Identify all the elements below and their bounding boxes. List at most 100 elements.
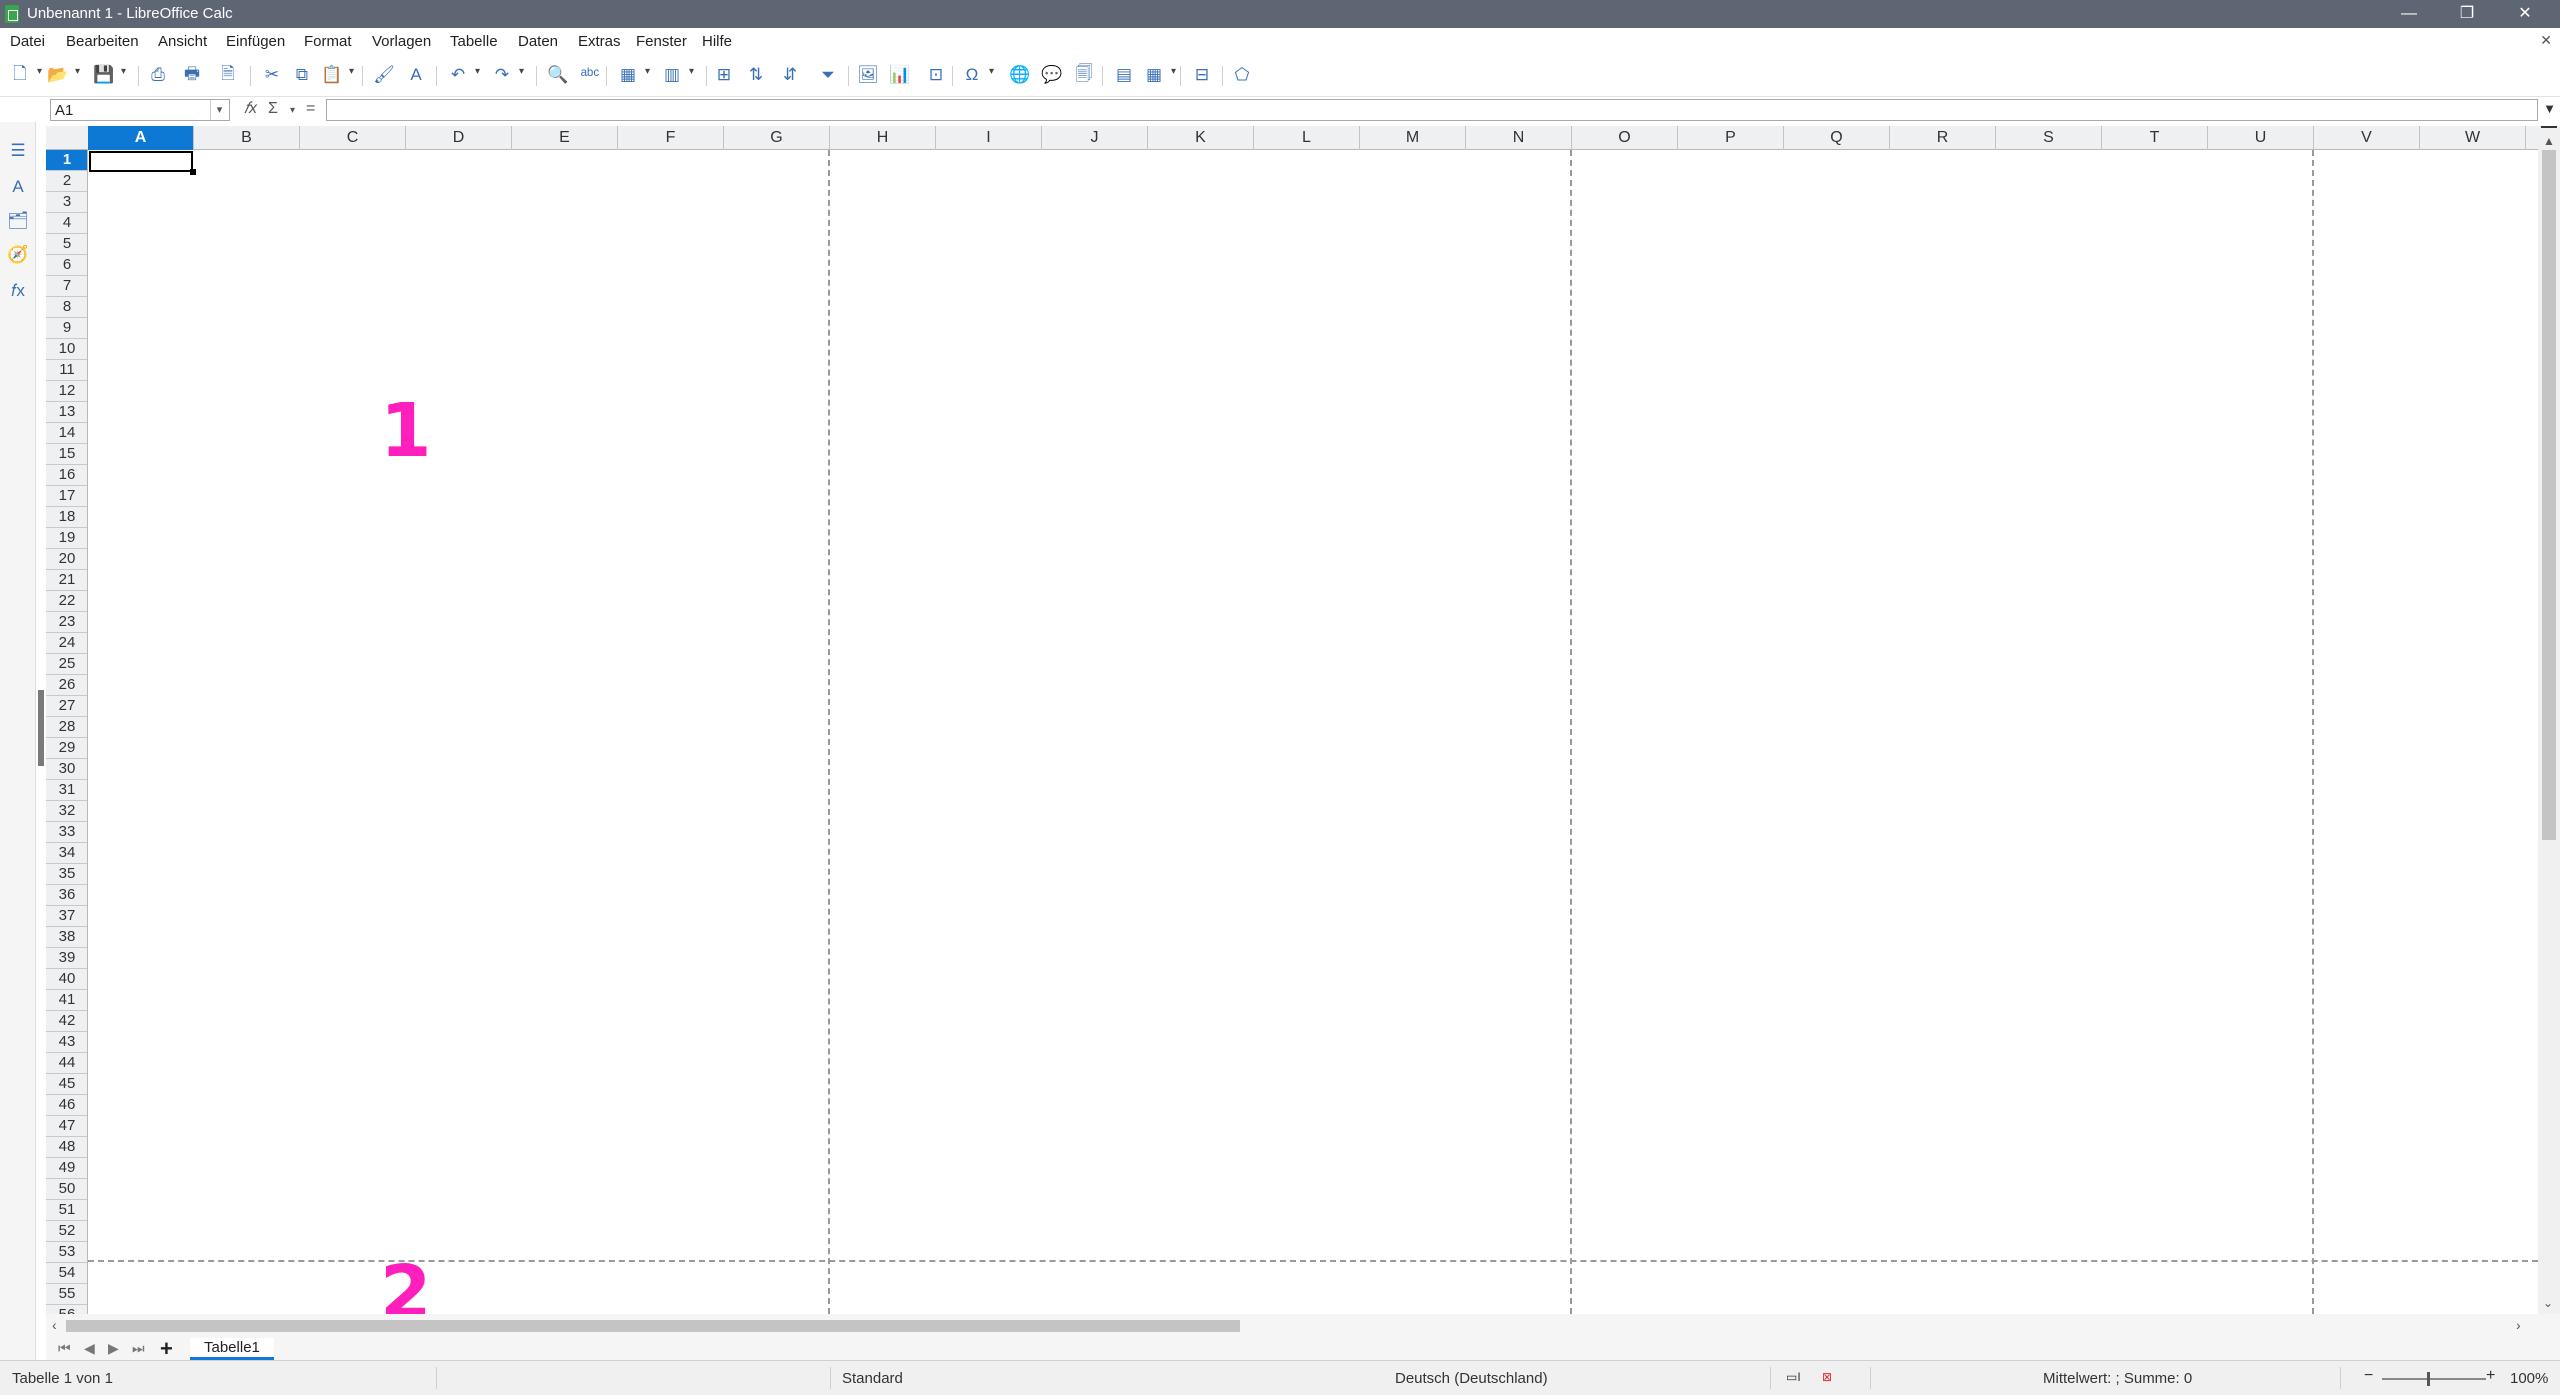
spellcheck-icon[interactable]: ᵃᵇᶜ — [578, 64, 602, 86]
sum-icon[interactable]: Σ — [268, 100, 278, 118]
save-icon[interactable]: 💾 — [92, 64, 126, 86]
column-header-a[interactable]: A — [88, 126, 194, 150]
row-header[interactable]: 17 — [46, 486, 87, 507]
document-modified-icon[interactable]: ⊠ — [1822, 1370, 1832, 1384]
functions-icon[interactable]: 𝑓x — [7, 280, 29, 302]
row-header[interactable]: 46 — [46, 1095, 87, 1116]
find-replace-icon[interactable]: 🔍 — [546, 64, 570, 86]
row-header[interactable]: 55 — [46, 1284, 87, 1305]
column-header-q[interactable]: Q — [1784, 126, 1890, 150]
vertical-scrollbar[interactable]: ▲ ⌄ — [2538, 126, 2560, 1314]
row-header[interactable]: 20 — [46, 549, 87, 570]
first-sheet-icon[interactable]: ⏮ — [58, 1340, 71, 1357]
insert-image-icon[interactable]: 🖼 — [856, 64, 880, 86]
show-draw-functions-icon[interactable]: ⬠ — [1230, 64, 1254, 86]
menu-extras[interactable]: Extras — [578, 33, 621, 50]
row-header[interactable]: 34 — [46, 843, 87, 864]
row-header[interactable]: 35 — [46, 864, 87, 885]
row-header[interactable]: 4 — [46, 213, 87, 234]
sort-descending-icon[interactable]: ⇵ — [778, 64, 802, 86]
insert-chart-icon[interactable]: 📊 — [888, 64, 912, 86]
row-header[interactable]: 29 — [46, 738, 87, 759]
row-header[interactable]: 38 — [46, 927, 87, 948]
row-header[interactable]: 39 — [46, 948, 87, 969]
row-header[interactable]: 50 — [46, 1179, 87, 1200]
column-header-t[interactable]: T — [2102, 126, 2208, 150]
scroll-left-icon[interactable]: ‹ — [52, 1317, 57, 1333]
row-header[interactable]: 18 — [46, 507, 87, 528]
comment-icon[interactable]: 💬 — [1040, 64, 1064, 86]
headers-footers-icon[interactable]: 🗐 — [1072, 64, 1096, 86]
row-header[interactable]: 25 — [46, 654, 87, 675]
column-header-u[interactable]: U — [2208, 126, 2314, 150]
gallery-icon[interactable]: 🗂 — [7, 210, 29, 232]
name-box-dropdown-icon[interactable]: ▾ — [210, 100, 228, 120]
zoom-slider[interactable] — [2382, 1378, 2486, 1380]
row-header[interactable]: 40 — [46, 969, 87, 990]
horizontal-scroll-thumb[interactable] — [66, 1320, 1240, 1332]
row-header[interactable]: 52 — [46, 1221, 87, 1242]
row-header[interactable]: 9 — [46, 318, 87, 339]
styles-icon[interactable]: A — [7, 176, 29, 198]
function-wizard-icon[interactable]: 𝑓x — [244, 100, 257, 118]
menu-daten[interactable]: Daten — [518, 33, 558, 50]
print-preview-icon[interactable]: 🗎 — [216, 64, 240, 86]
special-character-icon[interactable]: Ω — [960, 64, 994, 86]
menu-ansicht[interactable]: Ansicht — [158, 33, 207, 50]
undo-icon[interactable]: ↶ — [446, 64, 480, 86]
row-header[interactable]: 24 — [46, 633, 87, 654]
cell-grid[interactable]: 1 2 — [88, 150, 2538, 1314]
freeze-rows-columns-icon[interactable]: ▦ — [1142, 64, 1176, 86]
menu-bearbeiten[interactable]: Bearbeiten — [66, 33, 139, 50]
menu-fenster[interactable]: Fenster — [636, 33, 687, 50]
row-header[interactable]: 44 — [46, 1053, 87, 1074]
redo-icon[interactable]: ↷ — [490, 64, 524, 86]
column-header-g[interactable]: G — [724, 126, 830, 150]
row-header[interactable]: 11 — [46, 360, 87, 381]
column-header-j[interactable]: J — [1042, 126, 1148, 150]
row-header[interactable]: 8 — [46, 297, 87, 318]
column-header-e[interactable]: E — [512, 126, 618, 150]
autofilter-icon[interactable]: ⏷ — [816, 64, 840, 86]
row-header[interactable]: 6 — [46, 255, 87, 276]
row-icon[interactable]: ▦ — [616, 64, 650, 86]
scroll-up-icon[interactable]: ▲ — [2543, 134, 2555, 148]
zoom-out-icon[interactable]: − — [2364, 1367, 2373, 1385]
row-header[interactable]: 22 — [46, 591, 87, 612]
menu-datei[interactable]: Datei — [10, 33, 45, 50]
new-document-icon[interactable]: 🗋 — [8, 64, 42, 86]
maximize-button[interactable]: ❐ — [2444, 2, 2490, 26]
row-header[interactable]: 47 — [46, 1116, 87, 1137]
row-header[interactable]: 21 — [46, 570, 87, 591]
split-window-icon[interactable]: ⊟ — [1190, 64, 1214, 86]
row-header[interactable]: 41 — [46, 990, 87, 1011]
minimize-button[interactable]: — — [2386, 2, 2432, 26]
row-header[interactable]: 3 — [46, 192, 87, 213]
copy-icon[interactable]: ⧉ — [290, 64, 314, 86]
row-header[interactable]: 43 — [46, 1032, 87, 1053]
clear-formatting-icon[interactable]: A — [404, 64, 428, 86]
column-header-v[interactable]: V — [2314, 126, 2420, 150]
column-icon[interactable]: ▥ — [660, 64, 694, 86]
sort-ascending-icon[interactable]: ⇅ — [744, 64, 768, 86]
row-header[interactable]: 42 — [46, 1011, 87, 1032]
expand-formula-bar-icon[interactable]: ▼ — [2543, 101, 2556, 116]
formula-input[interactable] — [326, 99, 2538, 121]
export-pdf-icon[interactable]: ⎙ — [146, 64, 170, 86]
clone-formatting-icon[interactable]: 🖌 — [372, 64, 396, 86]
row-header[interactable]: 28 — [46, 717, 87, 738]
row-header[interactable]: 48 — [46, 1137, 87, 1158]
page-style[interactable]: Standard — [842, 1370, 903, 1387]
menu-hilfe[interactable]: Hilfe — [702, 33, 732, 50]
paste-icon[interactable]: 📋 — [320, 64, 354, 86]
text-language[interactable]: Deutsch (Deutschland) — [1395, 1370, 1548, 1387]
next-sheet-icon[interactable]: ▶ — [108, 1340, 119, 1357]
row-header[interactable]: 51 — [46, 1200, 87, 1221]
row-header[interactable]: 32 — [46, 801, 87, 822]
row-header[interactable]: 31 — [46, 780, 87, 801]
sheet-tab-tabelle1[interactable]: Tabelle1 — [190, 1338, 274, 1360]
column-header-i[interactable]: I — [936, 126, 1042, 150]
print-icon[interactable]: 🖶 — [180, 64, 204, 86]
sidebar-collapse-handle[interactable] — [38, 690, 44, 766]
close-button[interactable]: ✕ — [2502, 2, 2548, 26]
